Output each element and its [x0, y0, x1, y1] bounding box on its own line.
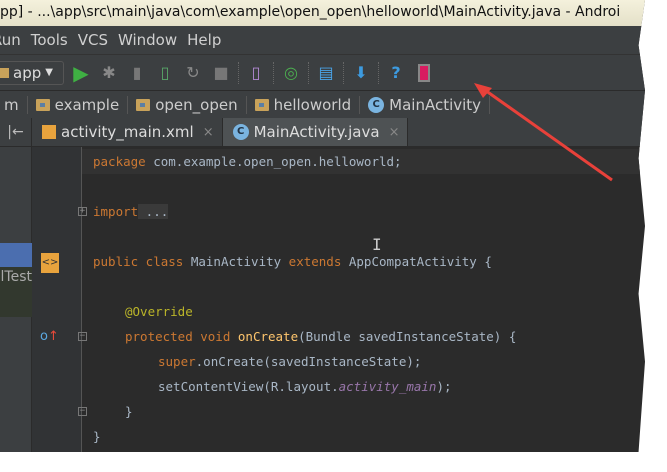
breadcrumb-label: MainActivity: [389, 95, 482, 114]
separator: [343, 61, 344, 84]
editor-gutter: <> o↑: [32, 147, 82, 452]
breadcrumb-label: helloworld: [273, 95, 352, 114]
code-line: }: [93, 429, 101, 444]
related-xml-icon[interactable]: <>: [41, 253, 59, 273]
folder-icon: [254, 98, 269, 111]
breadcrumb-open-open[interactable]: open_open: [128, 95, 247, 114]
annotation-arrow: [474, 83, 613, 182]
folder-icon: [35, 98, 50, 111]
menu-help[interactable]: Help: [187, 31, 221, 49]
tab-activity-main-xml[interactable]: activity_main.xml ×: [32, 118, 223, 146]
tab-label: activity_main.xml: [61, 123, 194, 141]
breadcrumb-label: example: [54, 95, 120, 114]
override-method-icon[interactable]: o↑: [40, 329, 59, 344]
separator: [238, 61, 239, 84]
run-icon[interactable]: ▶: [70, 61, 92, 85]
menu-vcs[interactable]: VCS: [78, 31, 108, 49]
code-line: setContentView(R.layout.activity_main);: [158, 379, 452, 394]
project-panel: lTest: [0, 147, 32, 452]
run-config-label: app: [13, 63, 42, 82]
breadcrumb-example[interactable]: example: [28, 95, 129, 114]
title-bar: pp] - ...\app\src\main\java\com\example\…: [0, 0, 645, 26]
code-line: public class MainActivity extends AppCom…: [93, 254, 492, 269]
tab-mainactivity-java[interactable]: C MainActivity.java ×: [222, 118, 409, 146]
chevron-down-icon: ▼: [45, 67, 53, 78]
breadcrumb-label: m: [4, 95, 19, 114]
project-tree-selected-item[interactable]: [0, 243, 32, 267]
close-tab-icon[interactable]: ×: [203, 125, 214, 140]
android-studio-window: pp] - ...\app\src\main\java\com\example\…: [0, 0, 645, 452]
collapse-panel-icon[interactable]: |←: [0, 118, 32, 146]
collapse-fold-icon[interactable]: −: [78, 332, 87, 341]
menu-window[interactable]: Window: [118, 31, 177, 49]
apply-changes-icon[interactable]: ▯: [154, 62, 176, 84]
sdk-manager-icon[interactable]: ⬇: [350, 62, 372, 84]
separator: [308, 61, 309, 84]
expand-fold-icon[interactable]: +: [78, 207, 87, 216]
tab-label: MainActivity.java: [253, 123, 380, 141]
collapse-fold-icon[interactable]: −: [78, 407, 87, 416]
code-line: import ...: [93, 204, 169, 219]
attach-debugger-icon[interactable]: ▮: [126, 62, 148, 84]
code-line: super.onCreate(savedInstanceState);: [158, 354, 422, 369]
close-tab-icon[interactable]: ×: [389, 125, 400, 140]
folded-imports[interactable]: ...: [138, 204, 169, 219]
separator: [378, 61, 379, 84]
code-line: protected void onCreate(Bundle savedInst…: [125, 329, 517, 344]
breadcrumb-helloworld[interactable]: helloworld: [247, 95, 361, 114]
class-icon: C: [368, 96, 385, 113]
text-cursor-icon: I: [372, 235, 382, 254]
folder-icon: [136, 98, 151, 111]
avd-manager-icon[interactable]: ▯: [245, 62, 267, 84]
code-line: }: [125, 404, 133, 419]
project-structure-icon[interactable]: ▤: [315, 62, 337, 84]
debug-icon[interactable]: ✱: [98, 62, 120, 84]
stop-icon[interactable]: ■: [210, 62, 232, 84]
rerun-icon[interactable]: ↻: [182, 62, 204, 84]
breadcrumb-com[interactable]: m: [0, 95, 28, 114]
xml-file-icon: [42, 125, 56, 139]
sync-gradle-icon[interactable]: ◎: [280, 62, 302, 84]
run-config-select[interactable]: app ▼: [0, 60, 64, 85]
breadcrumb-label: open_open: [155, 95, 238, 114]
code-line: package com.example.open_open.helloworld…: [93, 154, 402, 169]
code-editor[interactable]: + − − package com.example.open_open.hell…: [78, 147, 645, 452]
menu-tools[interactable]: Tools: [31, 31, 68, 49]
android-device-monitor-icon[interactable]: [413, 62, 435, 84]
module-icon: [0, 67, 9, 78]
help-icon[interactable]: ?: [385, 62, 407, 84]
menu-run[interactable]: Run: [0, 31, 21, 49]
menu-bar: Run Tools VCS Window Help: [0, 26, 645, 54]
separator: [273, 61, 274, 84]
class-icon: C: [232, 124, 249, 140]
project-tree-item[interactable]: lTest: [0, 267, 32, 317]
code-line: @Override: [125, 304, 193, 319]
